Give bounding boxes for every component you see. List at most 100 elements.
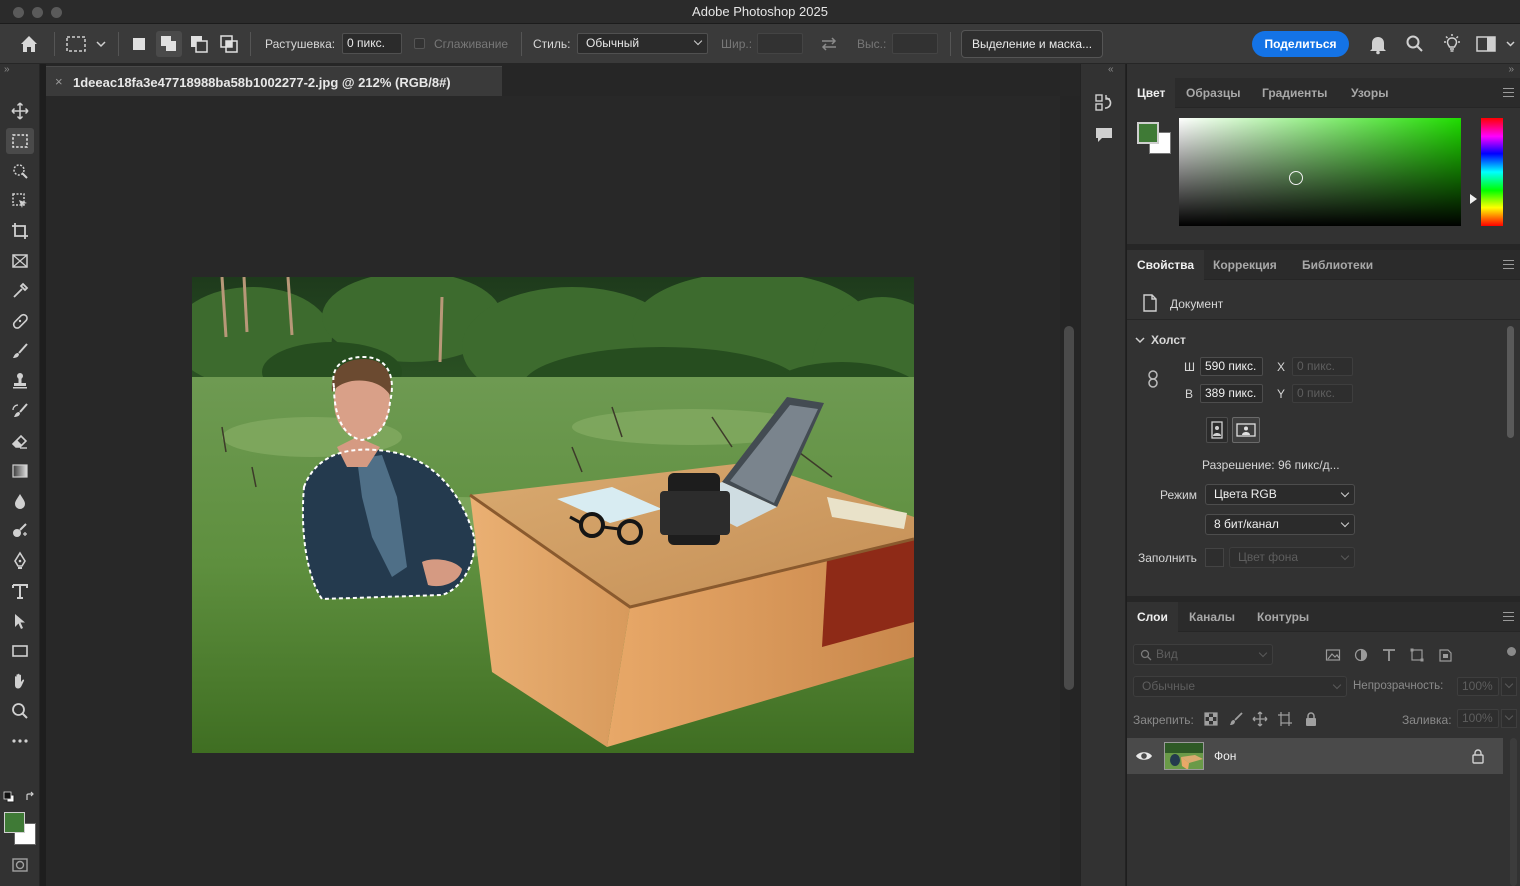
filter-shape-layers-button[interactable] [1409, 648, 1425, 662]
landscape-orientation-button[interactable] [1232, 417, 1260, 443]
tab-gradients[interactable]: Градиенты [1252, 78, 1337, 108]
canvas-height-input[interactable]: 389 пикс. [1200, 384, 1263, 403]
layer-filter-select[interactable]: Вид [1133, 644, 1273, 665]
gradient-tool[interactable] [6, 458, 34, 484]
width-input[interactable] [757, 33, 803, 54]
filter-type-layers-button[interactable] [1381, 648, 1397, 662]
search-button[interactable] [1404, 33, 1426, 55]
share-button[interactable]: Поделиться [1252, 31, 1349, 57]
canvas-width-input[interactable]: 590 пикс. [1200, 357, 1263, 376]
move-tool[interactable] [6, 98, 34, 124]
document-tab[interactable]: × 1deeac18fa3e47718988ba58b1002277-2.jpg… [46, 66, 502, 96]
fill-color-swatch[interactable] [1205, 548, 1224, 567]
canvas-x-input[interactable]: 0 пикс. [1292, 357, 1353, 376]
eraser-tool[interactable] [6, 428, 34, 454]
object-select-tool[interactable] [6, 188, 34, 214]
panel-foreground-swatch[interactable] [1137, 122, 1159, 144]
edit-toolbar-button[interactable] [6, 728, 34, 754]
home-button[interactable] [18, 33, 42, 55]
marquee-preset-picker[interactable] [64, 34, 108, 54]
panel-menu-icon[interactable] [1503, 260, 1514, 269]
toolbar-collapse-icon[interactable]: » [4, 64, 10, 75]
bit-depth-select[interactable]: 8 бит/канал [1205, 514, 1355, 535]
tab-paths[interactable]: Контуры [1247, 602, 1319, 632]
hand-tool[interactable] [6, 668, 34, 694]
foreground-color-swatch[interactable] [4, 812, 25, 833]
panel-expand-icon[interactable]: » [1508, 64, 1514, 75]
portrait-orientation-button[interactable] [1206, 417, 1228, 443]
new-selection-button[interactable] [128, 33, 150, 55]
lock-position-button[interactable] [1252, 711, 1268, 727]
frame-tool[interactable] [6, 248, 34, 274]
pen-tool[interactable] [6, 548, 34, 574]
default-colors-icon[interactable] [3, 791, 15, 803]
layer-thumbnail[interactable] [1164, 742, 1204, 770]
intersect-selection-button[interactable] [218, 33, 240, 55]
discover-button[interactable] [1440, 32, 1464, 56]
panel-menu-icon[interactable] [1503, 88, 1514, 97]
canvas-y-input[interactable]: 0 пикс. [1292, 384, 1353, 403]
panel-menu-icon[interactable] [1503, 612, 1514, 621]
layer-row[interactable]: Фон [1127, 738, 1503, 774]
rectangular-marquee-tool[interactable] [6, 128, 34, 154]
canvas-scroll-thumb[interactable] [1064, 326, 1074, 690]
hue-slider[interactable] [1481, 118, 1503, 226]
notifications-button[interactable] [1367, 33, 1389, 55]
zoom-tool[interactable] [6, 698, 34, 724]
crop-tool[interactable] [6, 218, 34, 244]
filter-toggle-button[interactable] [1507, 647, 1516, 656]
filter-smart-objects-button[interactable] [1437, 648, 1453, 662]
hue-slider-marker[interactable] [1470, 194, 1477, 204]
window-minimize-button[interactable] [32, 7, 43, 18]
antialias-checkbox[interactable] [414, 38, 425, 49]
filter-image-layers-button[interactable] [1325, 648, 1341, 662]
opacity-dropdown[interactable] [1501, 677, 1517, 696]
quick-mask-button[interactable] [6, 852, 34, 878]
tab-libraries[interactable]: Библиотеки [1292, 250, 1383, 280]
style-select[interactable]: Обычный [577, 33, 708, 54]
layer-name[interactable]: Фон [1214, 749, 1236, 763]
close-icon[interactable]: × [55, 74, 63, 89]
history-brush-tool[interactable] [6, 398, 34, 424]
tab-patterns[interactable]: Узоры [1341, 78, 1398, 108]
tab-adjustments[interactable]: Коррекция [1203, 250, 1287, 280]
rectangle-tool[interactable] [6, 638, 34, 664]
lock-all-button[interactable] [1303, 711, 1319, 727]
fill-select[interactable]: Цвет фона [1229, 547, 1355, 568]
window-zoom-button[interactable] [51, 7, 62, 18]
fill-opacity-dropdown[interactable] [1501, 709, 1517, 728]
link-dimensions-button[interactable] [1145, 369, 1161, 389]
select-and-mask-button[interactable]: Выделение и маска... [961, 30, 1104, 58]
properties-scrollbar[interactable] [1507, 326, 1514, 438]
history-panel-button[interactable] [1093, 92, 1115, 114]
comments-panel-button[interactable] [1093, 124, 1115, 146]
path-selection-tool[interactable] [6, 608, 34, 634]
document-image[interactable] [192, 277, 914, 753]
window-close-button[interactable] [13, 7, 24, 18]
canvas-section-toggle[interactable] [1135, 334, 1145, 344]
clone-stamp-tool[interactable] [6, 368, 34, 394]
layers-scrollbar[interactable] [1510, 738, 1517, 886]
lock-artboard-button[interactable] [1277, 711, 1293, 727]
tab-layers[interactable]: Слои [1127, 602, 1178, 632]
feather-input[interactable]: 0 пикс. [342, 33, 402, 54]
lock-transparent-pixels-button[interactable] [1203, 711, 1219, 727]
blur-tool[interactable] [6, 488, 34, 514]
dock-collapse-icon[interactable]: « [1108, 64, 1114, 75]
subtract-from-selection-button[interactable] [188, 33, 210, 55]
mode-select[interactable]: Цвета RGB [1205, 484, 1355, 505]
layer-locked-icon[interactable] [1471, 748, 1485, 764]
tab-properties[interactable]: Свойства [1127, 250, 1205, 280]
tab-swatches[interactable]: Образцы [1176, 78, 1251, 108]
tab-channels[interactable]: Каналы [1179, 602, 1245, 632]
height-input[interactable] [892, 33, 938, 54]
eyedropper-tool[interactable] [6, 278, 34, 304]
dodge-tool[interactable] [6, 518, 34, 544]
tab-color[interactable]: Цвет [1127, 78, 1176, 108]
healing-brush-tool[interactable] [6, 308, 34, 334]
swap-colors-icon[interactable] [24, 791, 36, 803]
object-selection-tool[interactable] [6, 158, 34, 184]
opacity-input[interactable]: 100% [1457, 677, 1499, 696]
filter-adjustment-layers-button[interactable] [1353, 648, 1369, 662]
type-tool[interactable] [6, 578, 34, 604]
